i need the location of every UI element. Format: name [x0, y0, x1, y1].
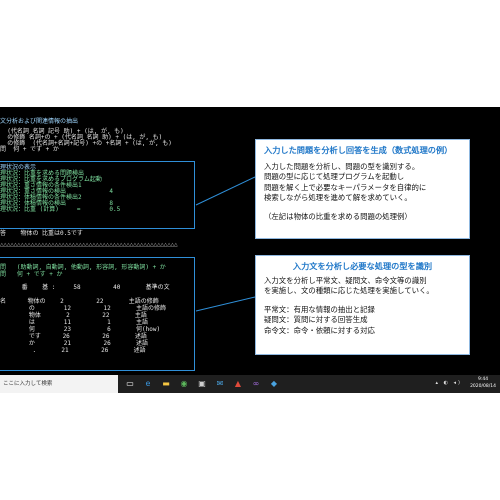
- mail-icon[interactable]: ✉: [214, 378, 226, 390]
- callout-note: （左記は物体の比重を求める問題の処理例）: [264, 211, 412, 221]
- console-line: 問 何 + です + か: [0, 146, 59, 153]
- store-icon[interactable]: ▣: [196, 378, 208, 390]
- answer-line: 答 物体の 比重は0.5です: [0, 230, 83, 237]
- connector-line: [195, 296, 256, 312]
- clock-date: 2020/08/14: [470, 384, 496, 389]
- connector-line: [195, 176, 256, 206]
- callout-item: 疑問文：質問に対する回答生成: [264, 315, 368, 325]
- callout-text: 問題を解く上で必要なキーパラメータを自律的に: [264, 182, 427, 192]
- callout-text: 問題の型に応じて処理プログラムを起動し: [264, 172, 405, 182]
- clock[interactable]: 9:44 2020/08/14: [470, 376, 496, 390]
- app-icon[interactable]: ◆: [268, 378, 280, 390]
- callout-item: 命令文：命令・依頼に対する対応: [264, 325, 375, 335]
- callout-problem-solving: 入力した問題を分析し回答を生成（数式処理の例） 入力した問題を分析し、問題の型を…: [255, 139, 470, 239]
- console-line: 理状況：比重 (計算) = 0.5: [0, 206, 121, 213]
- callout-text: 検索しながら処理を進めて解を求めていく。: [264, 193, 412, 203]
- taskbar: ここに入力して検索 ▭ e ▬ ◉ ▣ ✉ ▲ ∞ ◆ ▴ ◐ ◂) 9:44 …: [0, 375, 500, 393]
- console-header: 文分析および関連情報の抽出: [0, 118, 79, 125]
- edge-icon[interactable]: e: [142, 378, 154, 390]
- callout-text: を実施し、文の種類に応じた処理を実施していく。: [264, 286, 434, 296]
- clock-time: 9:44: [477, 377, 489, 382]
- callout-text: 入力した問題を分析し、問題の型を識別する。: [264, 162, 420, 171]
- callout-item: 平常文：有用な情報の抽出と記録: [264, 304, 375, 314]
- separator-line: △△△△△△△△△△△△△△△△△△△△△△△△△△△△△△△△△△△△△△△△…: [0, 241, 178, 248]
- console-line: 問 何 + です + か: [0, 271, 63, 278]
- callout-text: 入力文を分析し平常文、疑問文、命令文等の識別: [264, 276, 427, 285]
- task-view-icon[interactable]: ▭: [124, 378, 136, 390]
- chrome-icon[interactable]: ◉: [178, 378, 190, 390]
- explorer-icon[interactable]: ▬: [160, 378, 172, 390]
- callout-title: 入力文を分析し必要な処理の型を識別: [292, 261, 433, 271]
- console-line: . 21 26 述語: [0, 347, 146, 354]
- tray-icons[interactable]: ▴ ◐ ◂): [435, 380, 462, 386]
- console-window: 文分析および関連情報の抽出 (代名詞 名詞 記号 助) + (は, が, も) …: [0, 107, 500, 375]
- visual-studio-icon[interactable]: ∞: [250, 378, 262, 390]
- callout-title: 入力した問題を分析し回答を生成（数式処理の例）: [264, 145, 453, 155]
- taskbar-search-box[interactable]: ここに入力して検索: [0, 375, 118, 393]
- console-line: 番 基 : 58 40 基準の文: [0, 284, 170, 291]
- acrobat-icon[interactable]: ▲: [232, 378, 244, 390]
- callout-sentence-type: 入力文を分析し必要な処理の型を識別 入力文を分析し平常文、疑問文、命令文等の識別…: [255, 255, 470, 355]
